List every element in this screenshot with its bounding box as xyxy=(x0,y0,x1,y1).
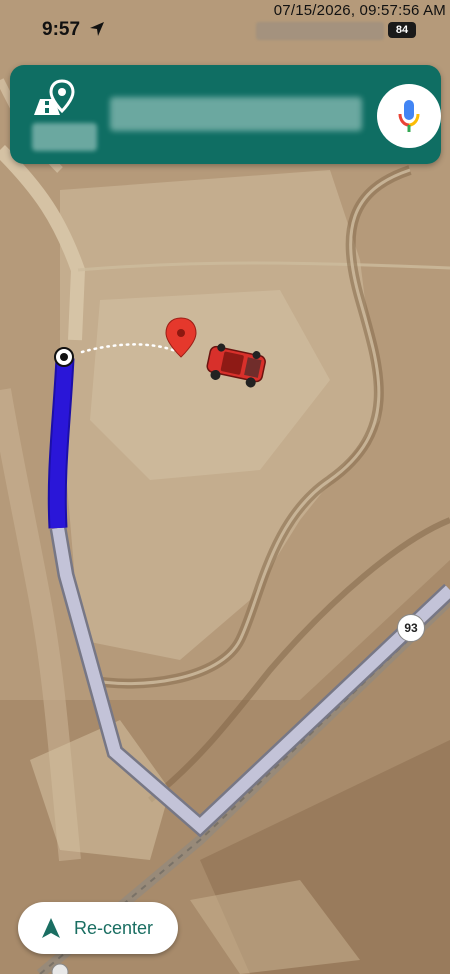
voice-search-button[interactable] xyxy=(377,84,441,148)
timestamp: 07/15/2026, 09:57:56 AM xyxy=(273,2,446,19)
battery-indicator: 84 xyxy=(388,22,416,38)
navigation-arrow-icon xyxy=(42,918,60,938)
redacted-label xyxy=(32,123,97,151)
recenter-label: Re-center xyxy=(74,918,154,938)
app-logo-icon xyxy=(34,79,75,115)
status-time: 9:57 xyxy=(42,19,81,40)
current-location-icon xyxy=(54,347,74,367)
status-bar: 9:57 07/15/2026, 09:57:56 AM 84 xyxy=(0,0,450,54)
microphone-icon xyxy=(398,100,420,132)
route-93-shield: 93 xyxy=(397,614,425,642)
status-redacted xyxy=(256,22,384,40)
location-arrow-icon xyxy=(90,22,104,36)
search-field[interactable] xyxy=(110,97,362,131)
recenter-button[interactable]: Re-center xyxy=(18,902,178,954)
search-card[interactable] xyxy=(10,65,441,164)
